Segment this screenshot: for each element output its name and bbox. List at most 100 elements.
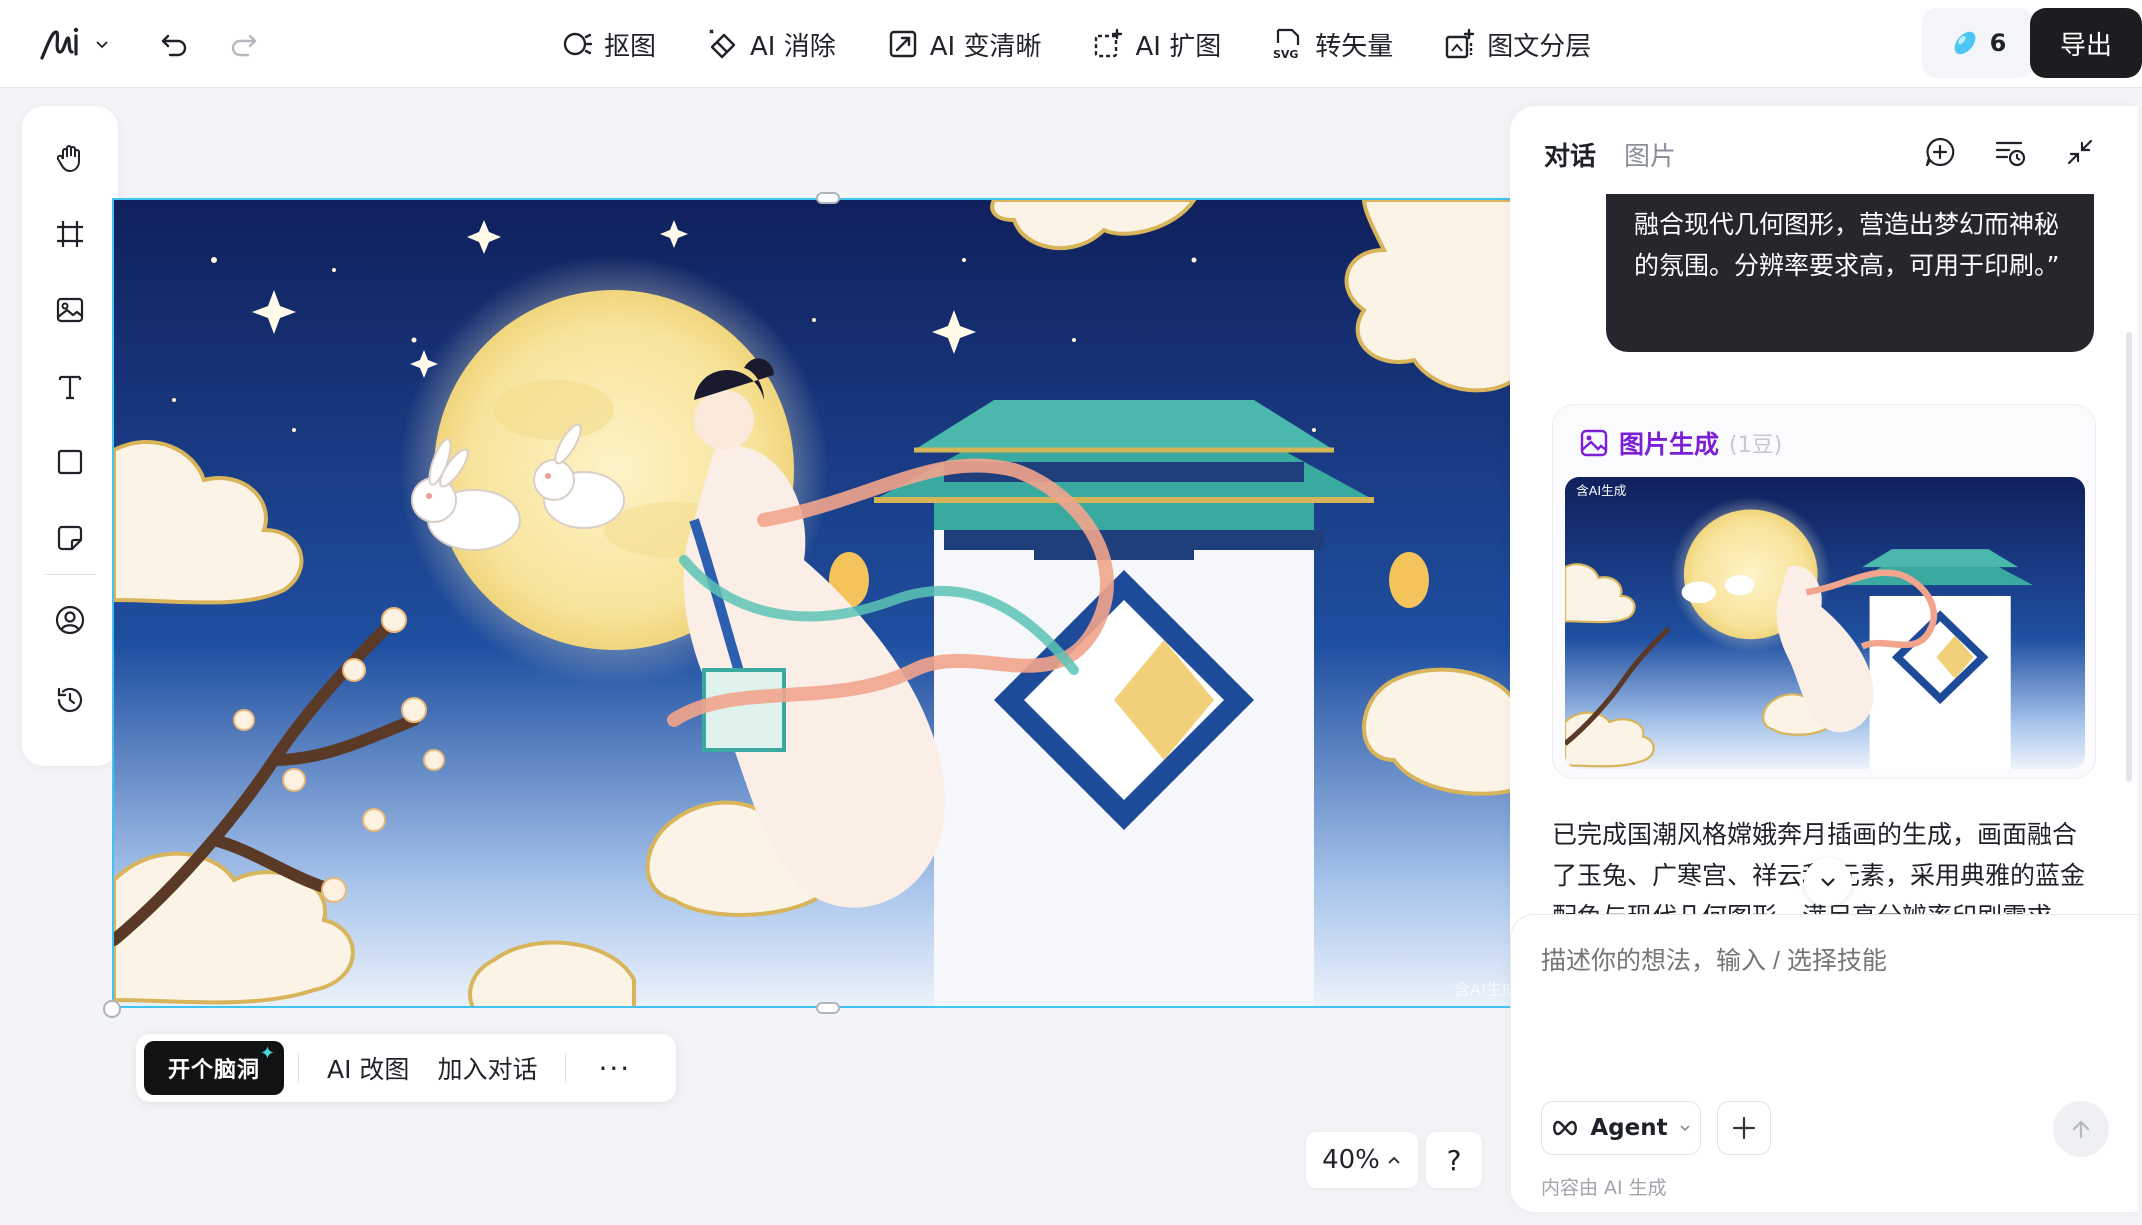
ai-expand-tool-button[interactable]: AI 扩图 xyxy=(1091,26,1221,63)
chang-e-illustration: 含AI生成 xyxy=(114,200,1512,1006)
scroll-to-bottom-button[interactable] xyxy=(1804,858,1852,906)
gen-card-cost: (1豆) xyxy=(1729,433,1783,458)
plus-icon xyxy=(1732,1116,1756,1140)
user-message-bubble: 融合现代几何图形，营造出梦幻而神秘的氛围。分辨率要求高，可用于印刷。” xyxy=(1606,194,2094,352)
text-tool-button[interactable] xyxy=(46,362,94,410)
redo-icon xyxy=(231,34,257,57)
send-button[interactable] xyxy=(2053,1101,2109,1157)
top-toolbar: 抠图 AI 消除 AI 变清晰 AI 扩图 SVG 转矢量 图文分层 6 导出 xyxy=(0,0,2142,88)
tab-chat[interactable]: 对话 xyxy=(1544,136,1596,173)
chevron-up-icon xyxy=(1388,1156,1400,1164)
arrow-up-icon xyxy=(2072,1120,2090,1139)
chevron-down-icon xyxy=(1821,878,1835,887)
new-chat-button[interactable] xyxy=(1922,134,1958,170)
credits-count: 6 xyxy=(1989,29,2007,57)
eraser-icon xyxy=(709,29,736,59)
tool-label: 抠图 xyxy=(604,31,657,62)
chat-scrollbar[interactable] xyxy=(2126,332,2132,782)
panel-tabs: 对话 图片 xyxy=(1544,136,1676,173)
chat-input[interactable] xyxy=(1541,947,2101,976)
svg-icon: SVG xyxy=(1273,28,1300,61)
zoom-level: 40% xyxy=(1322,1145,1380,1175)
agent-label: Agent xyxy=(1590,1115,1668,1141)
chat-messages[interactable]: 融合现代几何图形，营造出梦幻而神秘的氛围。分辨率要求高，可用于印刷。” 图片生成… xyxy=(1510,194,2138,1014)
add-attachment-button[interactable] xyxy=(1717,1101,1771,1155)
undo-icon xyxy=(161,34,187,57)
layer-split-tool-button[interactable]: 图文分层 xyxy=(1443,26,1591,63)
app-logo-menu[interactable] xyxy=(38,22,118,66)
chat-input-area: Agent 内容由 AI 生成 xyxy=(1510,914,2138,1212)
export-button[interactable]: 导出 xyxy=(2030,8,2142,78)
hand-icon xyxy=(56,145,80,172)
redo-button[interactable] xyxy=(222,22,266,66)
image-tool-button[interactable] xyxy=(46,286,94,334)
chat-history-button[interactable] xyxy=(1992,134,2028,170)
cutout-icon xyxy=(563,32,593,56)
shape-tool-button[interactable] xyxy=(46,438,94,486)
sparkle-icon: ✦ xyxy=(259,1043,276,1064)
left-toolbar xyxy=(22,106,118,766)
image-gen-icon xyxy=(1580,429,1608,457)
more-options-button[interactable]: ··· xyxy=(580,1052,649,1085)
collapse-panel-button[interactable] xyxy=(2062,134,2098,170)
zoom-control[interactable]: 40% xyxy=(1306,1132,1418,1188)
tool-label: 转矢量 xyxy=(1315,31,1394,62)
tool-label: AI 扩图 xyxy=(1135,31,1222,62)
history-list-icon xyxy=(1995,141,2026,167)
sticky-note-tool-button[interactable] xyxy=(46,514,94,562)
image-icon xyxy=(56,297,84,323)
tool-label: AI 变清晰 xyxy=(929,31,1042,62)
enhance-icon xyxy=(889,30,916,58)
tool-label: AI 消除 xyxy=(750,31,836,62)
new-chat-icon xyxy=(1925,137,1955,167)
chevron-down-icon xyxy=(96,41,108,49)
bean-icon xyxy=(1954,31,1976,55)
panel-actions xyxy=(1922,134,2098,170)
text-icon xyxy=(58,375,82,400)
rectangle-icon xyxy=(57,449,83,475)
canvas-image[interactable]: 含AI生成 xyxy=(112,198,1512,1008)
chevron-down-icon xyxy=(1680,1125,1690,1132)
ai-edit-button[interactable]: AI 改图 xyxy=(313,1050,423,1086)
vectorize-tool-button[interactable]: SVG 转矢量 xyxy=(1271,26,1393,63)
credits-badge[interactable]: 6 xyxy=(1922,8,2034,78)
infinity-icon xyxy=(1553,1120,1578,1136)
layers-icon xyxy=(1446,28,1475,59)
undo-button[interactable] xyxy=(152,22,196,66)
thumbnail-watermark: 含AI生成 xyxy=(1576,483,1626,498)
ai-enhance-tool-button[interactable]: AI 变清晰 xyxy=(886,26,1042,63)
ai-disclaimer: 内容由 AI 生成 xyxy=(1541,1177,1667,1199)
user-circle-icon xyxy=(55,605,85,635)
cutout-tool-button[interactable]: 抠图 xyxy=(560,26,656,63)
brainstorm-button[interactable]: 开个脑洞 ✦ xyxy=(144,1041,284,1095)
svg-text:SVG: SVG xyxy=(1273,48,1298,61)
help-button[interactable]: ? xyxy=(1426,1132,1482,1188)
history-tool-button[interactable] xyxy=(46,676,94,724)
collapse-icon xyxy=(2067,139,2093,165)
hand-tool-button[interactable] xyxy=(46,134,94,182)
agent-mode-button[interactable]: Agent xyxy=(1541,1101,1701,1155)
gen-card-header: 图片生成 (1豆) xyxy=(1579,425,1782,461)
toolbar-divider xyxy=(44,574,96,575)
tool-list: 抠图 AI 消除 AI 变清晰 AI 扩图 SVG 转矢量 图文分层 xyxy=(560,20,1591,68)
history-icon xyxy=(57,687,83,713)
divider xyxy=(565,1054,567,1082)
watermark-text: 含AI生成 xyxy=(1454,980,1512,999)
logo-icon xyxy=(40,27,79,60)
gen-card-title: 图片生成 xyxy=(1619,430,1720,459)
tool-label: 图文分层 xyxy=(1487,31,1592,62)
resize-handle-bottom[interactable] xyxy=(816,1002,840,1014)
character-tool-button[interactable] xyxy=(46,596,94,644)
generated-image-thumbnail[interactable]: 含AI生成 xyxy=(1565,477,2085,769)
resize-handle-top[interactable] xyxy=(816,192,840,204)
divider xyxy=(298,1054,299,1082)
crop-tool-button[interactable] xyxy=(46,210,94,258)
resize-handle-corner[interactable] xyxy=(103,1000,121,1018)
chat-panel: 对话 图片 融合现代几何图形，营造出梦幻而神秘的氛围。分辨率要求高，可用于印刷。… xyxy=(1510,106,2138,1212)
image-context-bar: 开个脑洞 ✦ AI 改图 加入对话 ··· xyxy=(136,1034,676,1102)
ai-erase-tool-button[interactable]: AI 消除 xyxy=(706,26,836,63)
add-to-chat-button[interactable]: 加入对话 xyxy=(423,1050,551,1086)
tab-images[interactable]: 图片 xyxy=(1624,136,1676,173)
image-generation-card[interactable]: 图片生成 (1豆) 含AI生成 xyxy=(1552,404,2096,779)
expand-icon xyxy=(1095,28,1123,58)
